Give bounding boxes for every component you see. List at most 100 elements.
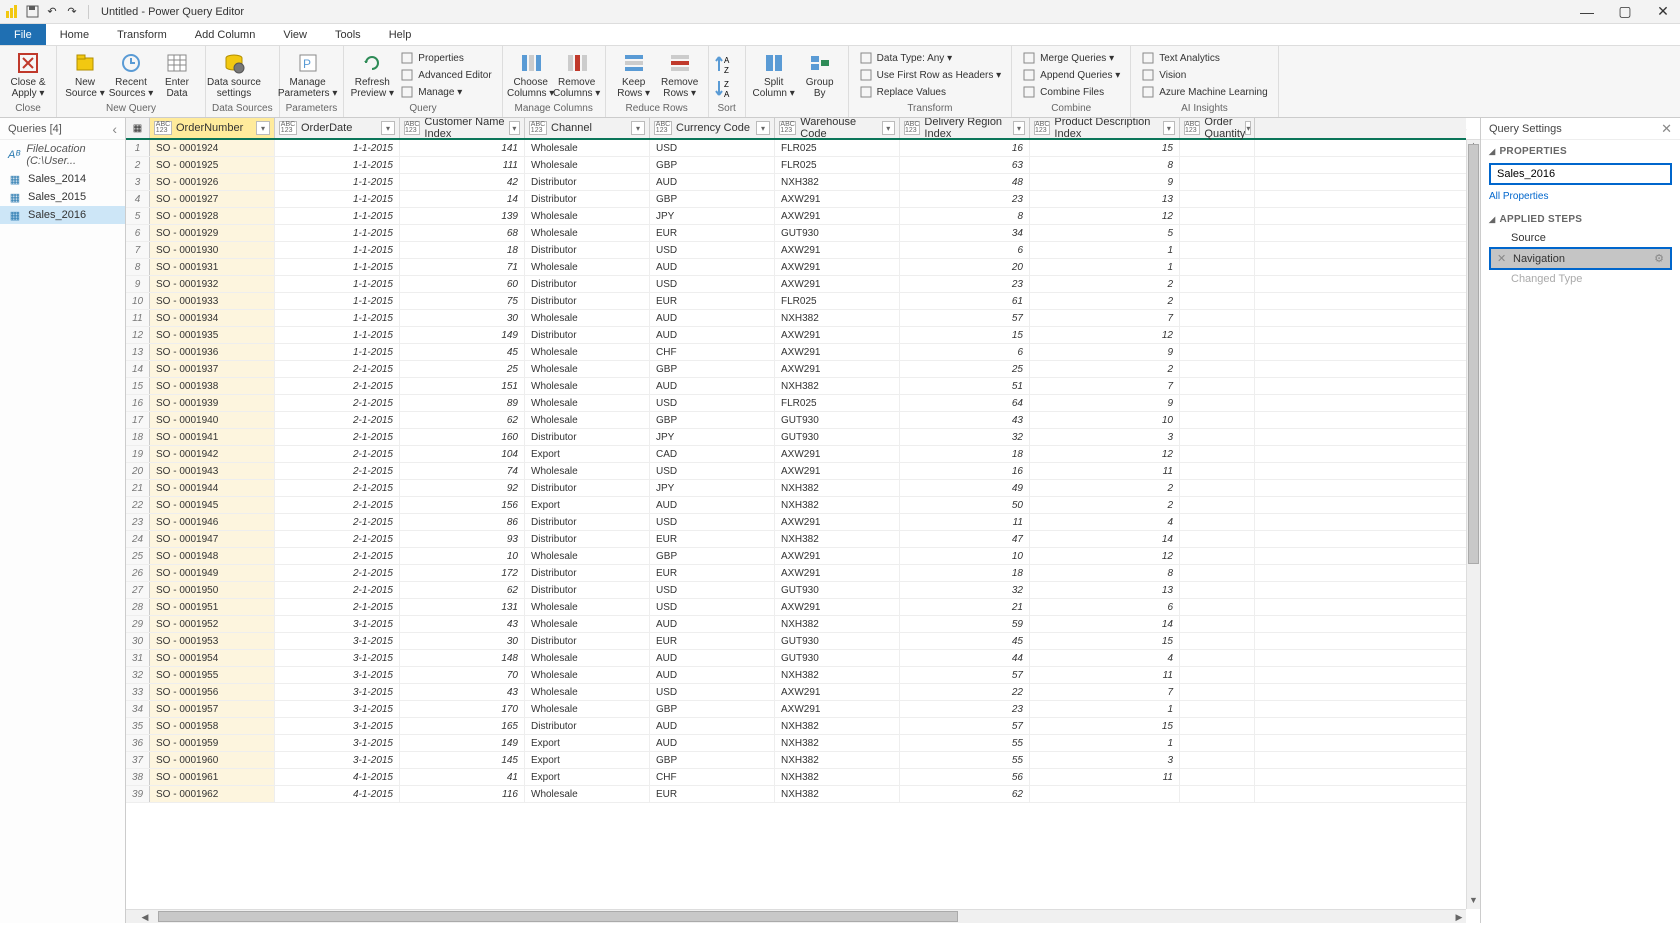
datatype-icon[interactable]: ABC123: [904, 121, 920, 135]
table-cell[interactable]: 57: [900, 667, 1030, 683]
row-number[interactable]: 5: [126, 208, 150, 224]
table-cell[interactable]: 1-1-2015: [275, 310, 400, 326]
table-cell[interactable]: AXW291: [775, 344, 900, 360]
row-number[interactable]: 37: [126, 752, 150, 768]
text-analytics-button[interactable]: Text Analytics: [1137, 50, 1271, 66]
table-cell[interactable]: 64: [900, 395, 1030, 411]
table-cell[interactable]: 16: [900, 463, 1030, 479]
table-cell[interactable]: 13: [1030, 191, 1180, 207]
table-cell[interactable]: 1-1-2015: [275, 242, 400, 258]
table-row[interactable]: 34SO - 00019573-1-2015170WholesaleGBPAXW…: [126, 701, 1466, 718]
table-cell[interactable]: Distributor: [525, 565, 650, 581]
table-cell[interactable]: FLR025: [775, 140, 900, 156]
table-row[interactable]: 14SO - 00019372-1-201525WholesaleGBPAXW2…: [126, 361, 1466, 378]
table-cell[interactable]: [1180, 174, 1255, 190]
table-row[interactable]: 36SO - 00019593-1-2015149ExportAUDNXH382…: [126, 735, 1466, 752]
table-cell[interactable]: Wholesale: [525, 412, 650, 428]
enter-data-button[interactable]: Enter Data: [155, 48, 199, 103]
table-cell[interactable]: 50: [900, 497, 1030, 513]
table-cell[interactable]: GBP: [650, 701, 775, 717]
table-cell[interactable]: 18: [900, 565, 1030, 581]
table-cell[interactable]: 9: [1030, 395, 1180, 411]
table-cell[interactable]: AUD: [650, 718, 775, 734]
table-cell[interactable]: 30: [400, 633, 525, 649]
table-cell[interactable]: Wholesale: [525, 616, 650, 632]
column-header[interactable]: ABC123Delivery Region Index▾: [900, 118, 1030, 138]
table-cell[interactable]: 74: [400, 463, 525, 479]
table-cell[interactable]: 71: [400, 259, 525, 275]
table-cell[interactable]: 32: [900, 429, 1030, 445]
step-gear-icon[interactable]: ⚙: [1654, 252, 1664, 265]
table-cell[interactable]: SO - 0001951: [150, 599, 275, 615]
table-cell[interactable]: 14: [1030, 531, 1180, 547]
table-cell[interactable]: 3-1-2015: [275, 752, 400, 768]
table-cell[interactable]: AUD: [650, 735, 775, 751]
applied-step-item[interactable]: Changed Type: [1489, 270, 1672, 288]
table-cell[interactable]: 9: [1030, 344, 1180, 360]
table-row[interactable]: 32SO - 00019553-1-201570WholesaleAUDNXH3…: [126, 667, 1466, 684]
table-cell[interactable]: Wholesale: [525, 208, 650, 224]
table-cell[interactable]: EUR: [650, 786, 775, 802]
column-filter-button[interactable]: ▾: [1013, 121, 1025, 135]
table-cell[interactable]: EUR: [650, 633, 775, 649]
table-cell[interactable]: NXH382: [775, 310, 900, 326]
table-cell[interactable]: 1: [1030, 242, 1180, 258]
table-cell[interactable]: 62: [900, 786, 1030, 802]
table-row[interactable]: 13SO - 00019361-1-201545WholesaleCHFAXW2…: [126, 344, 1466, 361]
table-cell[interactable]: Wholesale: [525, 157, 650, 173]
table-cell[interactable]: SO - 0001924: [150, 140, 275, 156]
table-cell[interactable]: AXW291: [775, 327, 900, 343]
row-number[interactable]: 35: [126, 718, 150, 734]
table-cell[interactable]: 8: [900, 208, 1030, 224]
table-cell[interactable]: AUD: [650, 174, 775, 190]
table-cell[interactable]: 2-1-2015: [275, 582, 400, 598]
table-cell[interactable]: Wholesale: [525, 548, 650, 564]
table-cell[interactable]: CHF: [650, 344, 775, 360]
table-cell[interactable]: Export: [525, 735, 650, 751]
table-row[interactable]: 3SO - 00019261-1-201542DistributorAUDNXH…: [126, 174, 1466, 191]
table-cell[interactable]: Wholesale: [525, 650, 650, 666]
datatype-icon[interactable]: ABC123: [404, 121, 420, 135]
column-header[interactable]: ABC123OrderDate▾: [275, 118, 400, 138]
table-cell[interactable]: 45: [900, 633, 1030, 649]
properties-button[interactable]: Properties: [396, 50, 495, 66]
table-row[interactable]: 38SO - 00019614-1-201541ExportCHFNXH3825…: [126, 769, 1466, 786]
table-cell[interactable]: SO - 0001957: [150, 701, 275, 717]
table-cell[interactable]: 7: [1030, 378, 1180, 394]
applied-steps-title[interactable]: APPLIED STEPS: [1489, 214, 1672, 225]
table-cell[interactable]: SO - 0001929: [150, 225, 275, 241]
all-properties-link[interactable]: All Properties: [1489, 191, 1548, 202]
table-cell[interactable]: GBP: [650, 191, 775, 207]
table-cell[interactable]: SO - 0001950: [150, 582, 275, 598]
table-cell[interactable]: 1: [1030, 735, 1180, 751]
table-cell[interactable]: [1180, 429, 1255, 445]
vision-button[interactable]: Vision: [1137, 67, 1271, 83]
table-cell[interactable]: CAD: [650, 446, 775, 462]
manage-params-button[interactable]: PManage Parameters ▾: [286, 48, 330, 103]
row-number[interactable]: 36: [126, 735, 150, 751]
table-cell[interactable]: SO - 0001935: [150, 327, 275, 343]
table-row[interactable]: 26SO - 00019492-1-2015172DistributorEURA…: [126, 565, 1466, 582]
tab-tools[interactable]: Tools: [321, 24, 375, 45]
table-row[interactable]: 18SO - 00019412-1-2015160DistributorJPYG…: [126, 429, 1466, 446]
table-cell[interactable]: 1-1-2015: [275, 191, 400, 207]
table-cell[interactable]: 4: [1030, 650, 1180, 666]
row-number[interactable]: 6: [126, 225, 150, 241]
table-cell[interactable]: SO - 0001962: [150, 786, 275, 802]
table-cell[interactable]: SO - 0001937: [150, 361, 275, 377]
table-cell[interactable]: Wholesale: [525, 225, 650, 241]
table-cell[interactable]: SO - 0001942: [150, 446, 275, 462]
row-number[interactable]: 7: [126, 242, 150, 258]
table-cell[interactable]: [1180, 327, 1255, 343]
table-cell[interactable]: EUR: [650, 225, 775, 241]
row-number[interactable]: 15: [126, 378, 150, 394]
table-cell[interactable]: 89: [400, 395, 525, 411]
table-cell[interactable]: 5: [1030, 225, 1180, 241]
table-cell[interactable]: 160: [400, 429, 525, 445]
table-cell[interactable]: SO - 0001938: [150, 378, 275, 394]
table-cell[interactable]: NXH382: [775, 378, 900, 394]
table-cell[interactable]: Distributor: [525, 327, 650, 343]
row-number[interactable]: 24: [126, 531, 150, 547]
table-cell[interactable]: 44: [900, 650, 1030, 666]
column-filter-button[interactable]: ▾: [631, 121, 645, 135]
